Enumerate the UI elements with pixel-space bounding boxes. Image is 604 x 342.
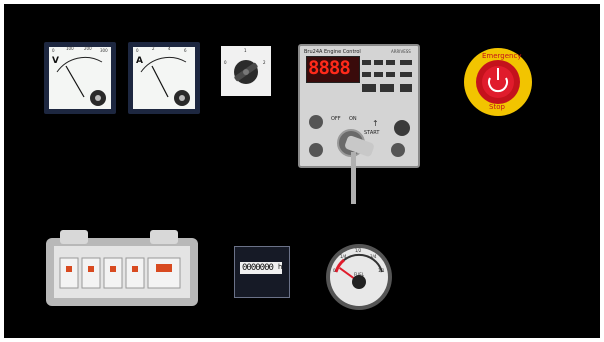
engine-control-subtitle: ARRIVESS [391,49,411,54]
warning-icon [400,72,412,77]
ammeter-unit-label: A [136,56,143,66]
fuel-scale-three-quarter: 3/4 [370,254,377,259]
ammeter-scale-0: 0 [136,48,139,53]
voltmeter-scale-2: 200 [84,46,92,51]
circuit-breaker-row[interactable] [59,257,181,289]
ammeter-scale-3: 6 [184,48,187,53]
circuit-breaker-enclosure [46,230,198,306]
selector-position-2: 2 [263,60,266,65]
fuel-level-icon [400,60,412,65]
key-blade [351,152,356,204]
emergency-stop-top-text: Emergency [482,52,522,60]
emergency-stop-bottom-text: Stop [489,103,505,111]
voltmeter-unit-label: V [52,56,59,66]
hours-key-icon [400,84,412,92]
hour-meter-digits: 0000000 [242,263,274,273]
hour-meter-unit: h [278,263,283,271]
fuel-scale-quarter: 1/4 [340,254,347,259]
oil-pressure-icon [362,60,371,65]
selector-position-1: 1 [244,48,247,53]
fuel-scale-empty: 0 [333,268,336,273]
auto-key-icon [380,84,394,92]
fuel-scale-half: 1/2 [355,248,362,253]
mode-button-left-lower[interactable] [309,143,323,157]
engine-control-title: Bru24A Engine Control [304,49,361,55]
mode-button-left[interactable] [309,115,323,129]
ignition-key-switch[interactable] [306,108,416,208]
voltmeter-selector-switch[interactable] [221,46,271,96]
voltmeter-scale-0: 0 [52,48,55,53]
mode-button-right[interactable] [394,120,410,136]
selector-position-0: 0 [224,60,227,65]
voltmeter-scale-3: 300 [100,48,108,53]
ammeter-scale-2: 4 [168,46,171,51]
overspeed-icon [362,72,371,77]
alternator-icon [374,72,383,77]
glow-plug-icon [386,72,395,77]
fuel-scale-full: 1/1 [378,268,385,273]
control-panel-background: V 0 100 200 300 A 0 2 4 6 0 1 2 Bru24A E… [4,4,600,338]
battery-icon [374,60,383,65]
stop-key-icon [362,84,376,92]
status-indicator-panel [362,60,412,92]
display-readout: 8888 [308,57,351,79]
coolant-temperature-icon [386,60,395,65]
voltmeter-scale-1: 100 [66,46,74,51]
mode-button-right-lower[interactable] [391,143,405,157]
ammeter-scale-1: 2 [152,46,155,51]
fuel-gauge-label: FUEL [354,272,364,277]
